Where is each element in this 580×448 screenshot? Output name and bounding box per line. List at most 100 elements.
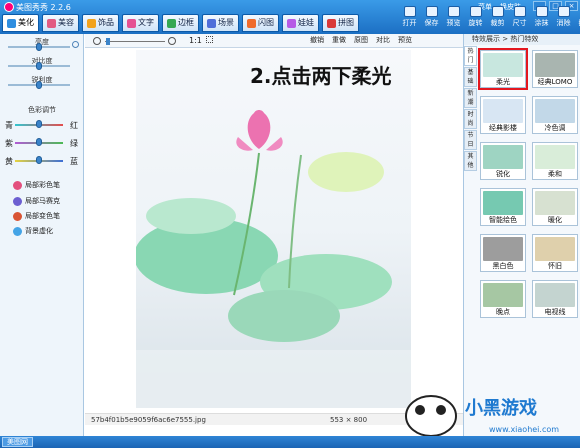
effects-header: 特效展示 > 热门特效 [464, 34, 580, 45]
effect-soften[interactable]: 柔和 [532, 142, 578, 180]
tab-beauty[interactable]: 美容 [42, 14, 79, 32]
text-icon [127, 18, 136, 28]
watermark-brand: 小黑游戏 [465, 397, 537, 419]
puzzle-icon [327, 18, 336, 28]
effect-smart-color[interactable]: 智能绘色 [480, 188, 526, 226]
brush-icon [7, 18, 16, 28]
yellow-blue-knob[interactable] [36, 156, 42, 164]
title-bar: 美图秀秀 2.2.6 菜单 换皮肤 – □ × 美化 美容 饰品 文字 边框 场… [0, 0, 580, 34]
save-button[interactable]: 保存 [422, 6, 441, 28]
local-color-pen-button[interactable]: 局部彩色笔 [13, 180, 60, 190]
size-button[interactable]: 尺寸 [510, 6, 529, 28]
category-fashion[interactable]: 时尚 [464, 109, 477, 129]
rotate-button[interactable]: 旋转 [466, 6, 485, 28]
app-window: 美图秀秀 2.2.6 菜单 换皮肤 – □ × 美化 美容 饰品 文字 边框 场… [0, 0, 580, 448]
flash-icon [247, 18, 256, 28]
view-toolbar: 1:1 撤销 重做 原图 对比 预览 [85, 34, 463, 48]
category-trend[interactable]: 新潮 [464, 88, 477, 108]
zoom-slider[interactable] [105, 41, 165, 42]
effect-warm[interactable]: 暖化 [532, 188, 578, 226]
resize-icon [513, 6, 526, 17]
background-blur-button[interactable]: 背景虚化 [13, 226, 53, 236]
lotus-photo[interactable] [136, 50, 411, 408]
file-name: 57b4f01b5e9059f6ac6e7555.jpg [91, 416, 206, 424]
preview-button[interactable]: 预览 [444, 6, 463, 28]
effect-vintage[interactable]: 怀旧 [532, 234, 578, 272]
effect-cool-tone[interactable]: 冷色调 [532, 96, 578, 134]
undo-action[interactable]: 撤销 [310, 35, 324, 45]
effect-late[interactable]: 晚点 [480, 280, 526, 318]
meitu-web-tab[interactable]: 美图网 [2, 437, 33, 447]
sharpness-knob[interactable] [36, 81, 42, 89]
compare-action[interactable]: 对比 [376, 35, 390, 45]
panda-eye-left [415, 405, 425, 415]
settings-icon[interactable] [72, 41, 79, 48]
zoom-ratio[interactable]: 1:1 [189, 36, 202, 45]
effect-black-white[interactable]: 黑白色 [480, 234, 526, 272]
contrast-knob[interactable] [36, 62, 42, 70]
tab-scene[interactable]: 场景 [202, 14, 239, 32]
local-mosaic-button[interactable]: 局部马赛克 [13, 196, 60, 206]
lotus-leaf [308, 152, 384, 192]
category-basic[interactable]: 基础 [464, 67, 477, 87]
doll-icon [287, 18, 296, 28]
adjust-panel: 亮度 对比度 锐利度 色彩调节 青 红 紫 绿 黄 蓝 局部彩色笔 局部马赛克 … [0, 34, 84, 436]
redo-action[interactable]: 重做 [332, 35, 346, 45]
bottom-bar: 美图网 [0, 436, 580, 448]
cyan-label: 青 [5, 121, 13, 130]
image-size: 553 × 800 [330, 416, 368, 424]
fit-icon[interactable] [206, 36, 213, 43]
tab-beautify[interactable]: 美化 [2, 14, 39, 32]
purple-green-knob[interactable] [36, 138, 42, 146]
lotus-flower [247, 110, 271, 149]
category-festival[interactable]: 节日 [464, 130, 477, 150]
yellow-label: 黄 [5, 157, 13, 166]
effect-classic-lomo[interactable]: 经典LOMO [532, 50, 578, 88]
cyan-red-knob[interactable] [36, 120, 42, 128]
water-reflection [136, 350, 411, 408]
scene-icon [207, 18, 216, 28]
tab-doll[interactable]: 娃娃 [282, 14, 319, 32]
smudge-icon [535, 6, 548, 17]
panda-icon [405, 395, 457, 437]
preview-icon [447, 6, 460, 17]
tab-flash[interactable]: 闪图 [242, 14, 279, 32]
tab-frame[interactable]: 边框 [162, 14, 199, 32]
crop-button[interactable]: 裁剪 [488, 6, 507, 28]
lotus-illustration [136, 110, 411, 408]
preview-action[interactable]: 预览 [398, 35, 412, 45]
smudge-button[interactable]: 涂抹 [532, 6, 551, 28]
local-recolor-pen-button[interactable]: 局部变色笔 [13, 211, 60, 221]
effect-sharpen[interactable]: 锐化 [480, 142, 526, 180]
purple-label: 紫 [5, 139, 13, 148]
main-tabs: 美化 美容 饰品 文字 边框 场景 闪图 娃娃 拼图 [2, 14, 359, 32]
zoom-in-icon[interactable] [168, 37, 176, 45]
category-other[interactable]: 其他 [464, 151, 477, 171]
open-button[interactable]: 打开 [400, 6, 419, 28]
brightness-knob[interactable] [36, 43, 42, 51]
frame-icon [167, 18, 176, 28]
tab-accessory[interactable]: 饰品 [82, 14, 119, 32]
effect-soft-light[interactable]: 柔光 [478, 48, 528, 90]
rotate-icon [469, 6, 482, 17]
watermark-site: www.xiaohei.com [489, 425, 559, 434]
app-title: 美图秀秀 2.2.6 [16, 3, 71, 12]
effect-classic-studio[interactable]: 经典影楼 [480, 96, 526, 134]
undo-button[interactable]: 撤销 [576, 6, 580, 28]
image-canvas: 2.点击两下柔光 [85, 48, 463, 413]
tab-text[interactable]: 文字 [122, 14, 159, 32]
tab-puzzle[interactable]: 拼图 [322, 14, 359, 32]
effect-tv-lines[interactable]: 电视线 [532, 280, 578, 318]
gem-icon [87, 18, 96, 28]
lotus-petal-right [266, 137, 283, 151]
mosaic-icon [13, 196, 22, 206]
lily-pad-mid [228, 290, 340, 342]
zoom-knob[interactable] [106, 38, 110, 45]
zoom-out-icon[interactable] [93, 37, 101, 45]
erase-button[interactable]: 消除 [554, 6, 573, 28]
face-icon [47, 18, 56, 28]
instruction-overlay: 2.点击两下柔光 [250, 64, 392, 88]
effects-panel: 特效展示 > 热门特效 热门 基础 新潮 时尚 节日 其他 柔光 经典LOMO … [463, 34, 580, 436]
category-hot[interactable]: 热门 [464, 46, 477, 66]
original-action[interactable]: 原图 [354, 35, 368, 45]
